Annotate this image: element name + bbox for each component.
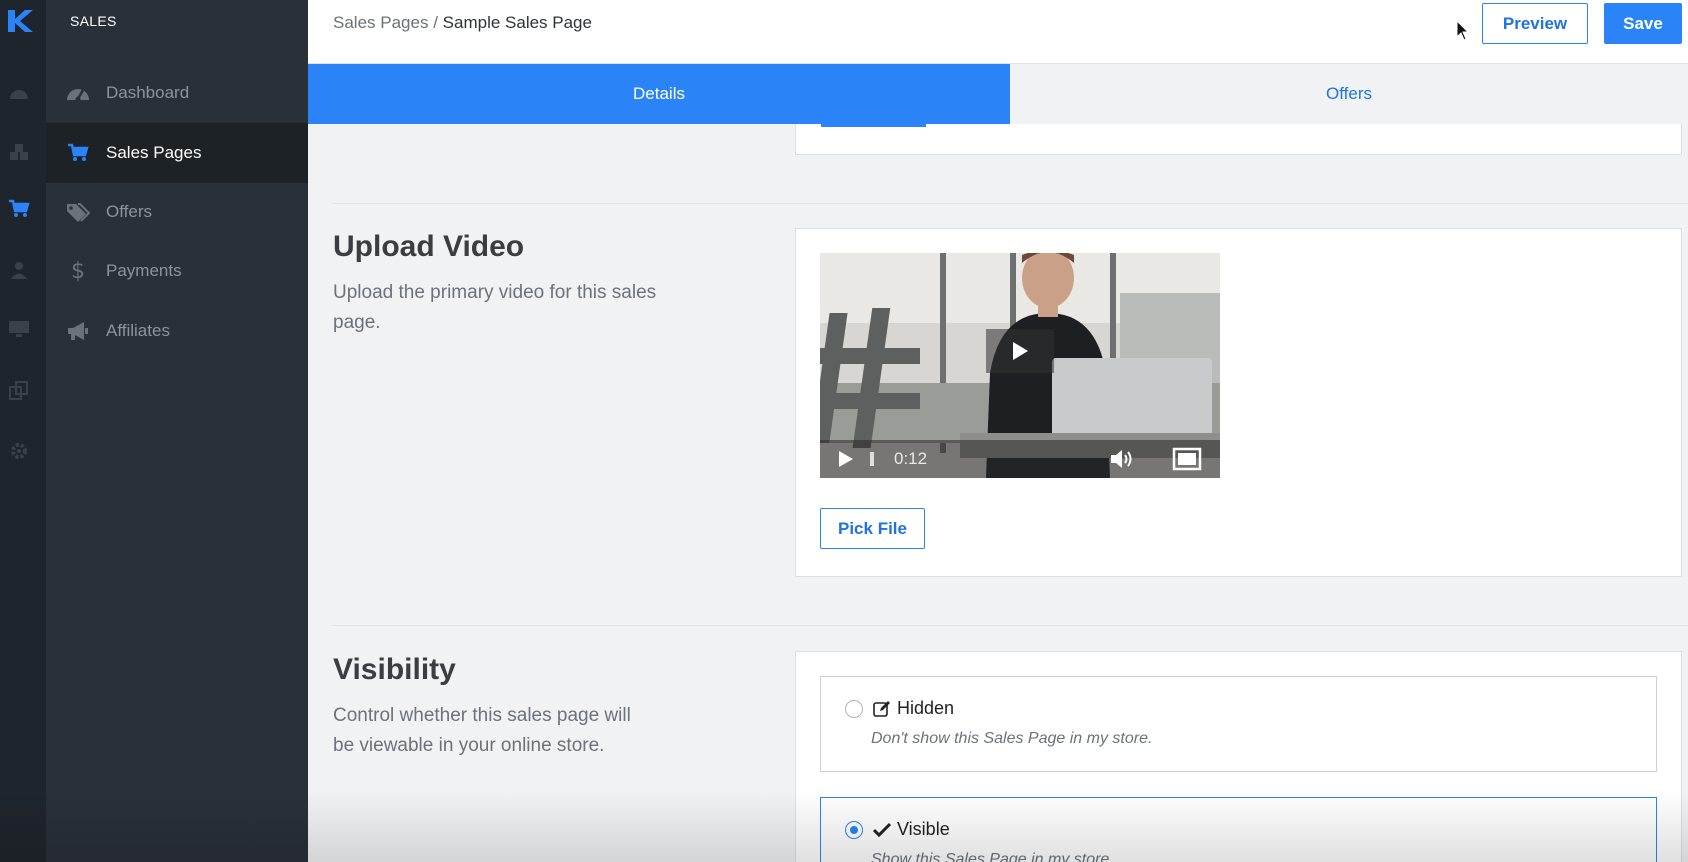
- hidden-radio[interactable]: [845, 700, 863, 718]
- sidebar-section-title: SALES: [70, 13, 117, 29]
- tags-icon: [64, 201, 92, 223]
- fullscreen-icon[interactable]: [1172, 447, 1202, 471]
- sidebar-item-label: Sales Pages: [106, 143, 202, 162]
- tab-offers[interactable]: Offers: [1010, 64, 1688, 124]
- previous-section-card: [795, 124, 1682, 155]
- top-header: Sales Pages / Sample Sales Page Preview …: [308, 0, 1688, 64]
- visibility-option-hidden[interactable]: Hidden Don't show this Sales Page in my …: [820, 676, 1657, 772]
- sidebar-item-label: Affiliates: [106, 321, 170, 340]
- sidebar-item-affiliates[interactable]: Affiliates: [46, 301, 308, 361]
- hidden-label: Hidden: [897, 698, 955, 718]
- megaphone-icon: [64, 320, 92, 342]
- visible-label: Visible: [897, 819, 950, 839]
- video-time: 0:12: [894, 449, 928, 468]
- visibility-option-visible[interactable]: Visible Show this Sales Page in my store…: [820, 797, 1657, 862]
- gear-icon[interactable]: [6, 440, 32, 462]
- visibility-title: Visibility: [333, 653, 456, 686]
- video-progress-handle[interactable]: [870, 452, 874, 466]
- big-play-button[interactable]: [986, 329, 1054, 373]
- copy-icon[interactable]: [6, 380, 32, 402]
- play-icon: [1013, 342, 1028, 360]
- cart-icon: [64, 142, 92, 164]
- dashboard-icon[interactable]: [6, 82, 32, 104]
- tab-details[interactable]: Details: [308, 64, 1010, 124]
- dashboard-gauge-icon: [64, 82, 92, 104]
- sidebar-item-label: Payments: [106, 261, 182, 280]
- play-icon[interactable]: [838, 450, 854, 468]
- cart-icon[interactable]: [6, 198, 32, 220]
- visibility-description: Control whether this sales page will be …: [333, 705, 631, 756]
- sidebar-item-offers[interactable]: Offers: [46, 182, 308, 242]
- section-divider: [332, 625, 1688, 626]
- mouse-cursor-icon: [1456, 20, 1470, 41]
- icon-rail: [0, 0, 46, 862]
- sidebar-item-dashboard[interactable]: Dashboard: [46, 63, 308, 123]
- video-player[interactable]: 0:12: [820, 253, 1220, 478]
- sidebar-item-label: Dashboard: [106, 83, 190, 102]
- section-divider: [332, 203, 1688, 204]
- breadcrumb-separator: /: [433, 13, 438, 32]
- preview-button[interactable]: Preview: [1482, 3, 1588, 44]
- tab-bar: Details Offers: [308, 64, 1688, 124]
- video-controls: 0:12: [820, 440, 1220, 478]
- save-button[interactable]: Save: [1604, 3, 1682, 44]
- kajabi-logo[interactable]: [6, 8, 34, 34]
- monitor-icon[interactable]: [6, 318, 32, 340]
- edit-icon: [873, 701, 890, 717]
- user-icon[interactable]: [6, 259, 32, 281]
- sidebar-item-label: Offers: [106, 202, 152, 221]
- checkmark-icon: [873, 822, 891, 838]
- sidebar-item-sales-pages[interactable]: Sales Pages: [46, 123, 308, 183]
- sidebar: SALES Dashboard Sales Pages Offers $ Pay…: [46, 0, 308, 862]
- upload-video-description: Upload the primary video for this sales …: [333, 282, 657, 333]
- volume-icon[interactable]: [1110, 448, 1136, 470]
- breadcrumb-parent[interactable]: Sales Pages: [333, 13, 428, 32]
- hidden-description: Don't show this Sales Page in my store.: [871, 730, 1153, 747]
- visible-radio[interactable]: [845, 821, 863, 839]
- upload-video-title: Upload Video: [333, 230, 525, 263]
- dollar-icon: $: [71, 258, 85, 284]
- breadcrumb-current: Sample Sales Page: [442, 13, 592, 32]
- sidebar-item-payments[interactable]: $ Payments: [46, 241, 308, 301]
- breadcrumb: Sales Pages / Sample Sales Page: [333, 13, 592, 33]
- previous-button-edge: [821, 124, 926, 127]
- cubes-icon[interactable]: [6, 141, 32, 163]
- visible-description: Show this Sales Page in my store.: [871, 851, 1114, 862]
- pick-file-button[interactable]: Pick File: [820, 508, 925, 549]
